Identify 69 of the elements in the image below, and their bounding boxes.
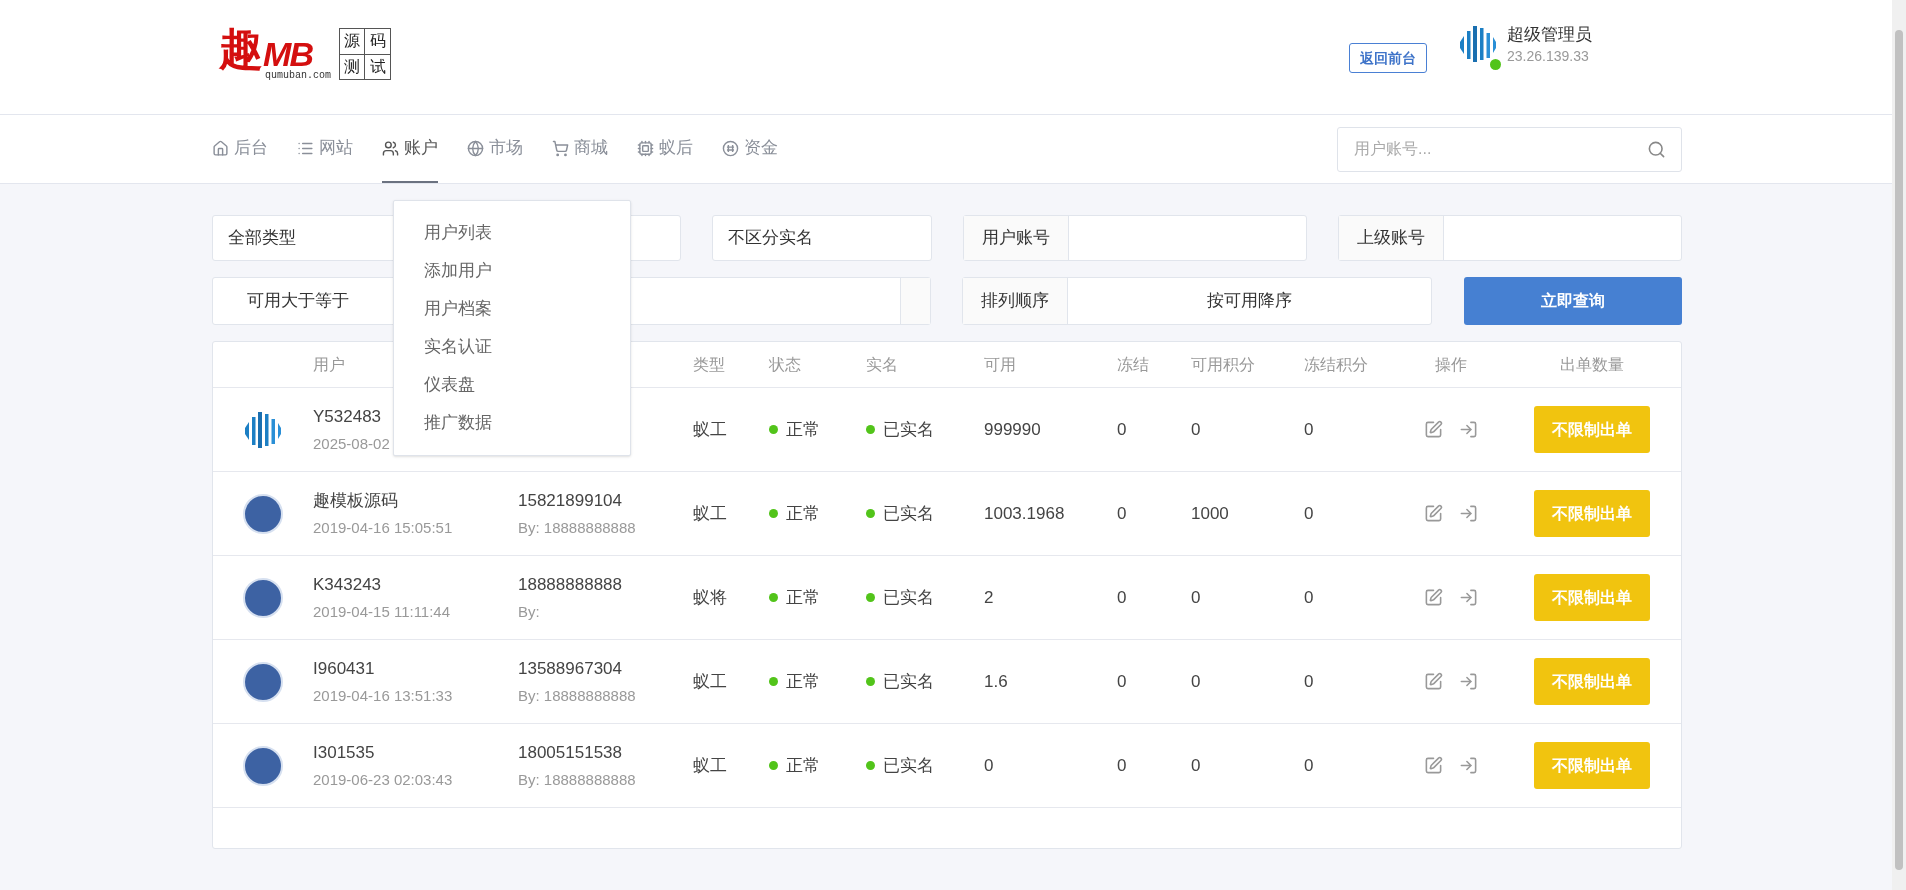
column-header: 冻结: [1117, 354, 1149, 375]
available-value: 2: [984, 586, 995, 609]
account-number: 15821899104: [518, 489, 623, 512]
frozen-value: 0: [1117, 418, 1128, 441]
available-value: 999990: [984, 418, 1042, 441]
user-type: 蚁工: [693, 502, 728, 525]
created-date: 2019-04-16 13:51:33: [313, 686, 454, 706]
column-header: 可用积分: [1191, 354, 1255, 375]
realname-text: 已实名: [883, 754, 934, 777]
available-value: 1.6: [984, 670, 1009, 693]
status-text: 正常: [786, 754, 820, 777]
account-number: 18005151538: [518, 741, 623, 764]
column-header: 操作: [1435, 354, 1467, 375]
points-value: 0: [1191, 670, 1202, 693]
logo-letters: MB: [263, 37, 313, 71]
user-name: Y532483: [313, 405, 382, 428]
column-header: 冻结积分: [1304, 354, 1368, 375]
created-date: 2019-04-16 15:05:51: [313, 518, 454, 538]
status-text: 正常: [786, 418, 820, 441]
frozen-value: 0: [1117, 586, 1128, 609]
user-name: 趣模板源码: [313, 489, 398, 512]
points-value: 0: [1191, 586, 1202, 609]
referrer: By: 18888888888: [518, 770, 637, 790]
realname-text: 已实名: [883, 586, 934, 609]
available-value: 0: [984, 754, 995, 777]
logo-tiles: 源 码 测 试: [339, 28, 391, 80]
column-header: 出单数量: [1560, 354, 1624, 375]
frozen-points-value: 0: [1304, 754, 1315, 777]
frozen-points-value: 0: [1304, 670, 1315, 693]
column-header: 类型: [693, 354, 725, 375]
user-type: 蚁工: [693, 754, 728, 777]
points-value: 0: [1191, 754, 1202, 777]
frozen-value: 0: [1117, 502, 1128, 525]
available-value: 1003.1968: [984, 502, 1066, 525]
column-header: 状态: [769, 354, 801, 375]
points-value: 1000: [1191, 502, 1230, 525]
user-type: 蚁工: [693, 670, 728, 693]
referrer: By:: [518, 602, 541, 622]
points-value: 0: [1191, 418, 1202, 441]
user-name: I301535: [313, 741, 375, 764]
frozen-value: 0: [1117, 670, 1128, 693]
status-text: 正常: [786, 502, 820, 525]
frozen-points-value: 0: [1304, 586, 1315, 609]
logo-mark: 趣: [219, 27, 263, 71]
user-type: 蚁工: [693, 418, 728, 441]
realname-text: 已实名: [883, 502, 934, 525]
user-name: K343243: [313, 573, 382, 596]
referrer: By: 18888888888: [518, 686, 637, 706]
referrer: By: 18888888888: [518, 518, 637, 538]
status-text: 正常: [786, 586, 820, 609]
column-header: 用户: [313, 354, 345, 375]
account-number: 13588967304: [518, 657, 623, 680]
admin-ip: 23.26.139.33: [1507, 47, 1590, 66]
column-header: 可用: [984, 354, 1016, 375]
user-name: I960431: [313, 657, 375, 680]
created-date: 2019-06-23 02:03:43: [313, 770, 454, 790]
account-number: 18888888888: [518, 573, 623, 596]
frozen-points-value: 0: [1304, 502, 1315, 525]
realname-text: 已实名: [883, 670, 934, 693]
created-date: 2025-08-02: [313, 434, 391, 454]
status-text: 正常: [786, 670, 820, 693]
admin-name: 超级管理员: [1507, 24, 1592, 46]
realname-text: 已实名: [883, 418, 934, 441]
logo-domain: qumuban.com: [264, 71, 331, 81]
user-type: 蚁将: [693, 586, 728, 609]
created-date: 2019-04-15 11:11:44: [313, 602, 452, 622]
frozen-value: 0: [1117, 754, 1128, 777]
column-header: 实名: [866, 354, 898, 375]
frozen-points-value: 0: [1304, 418, 1315, 441]
